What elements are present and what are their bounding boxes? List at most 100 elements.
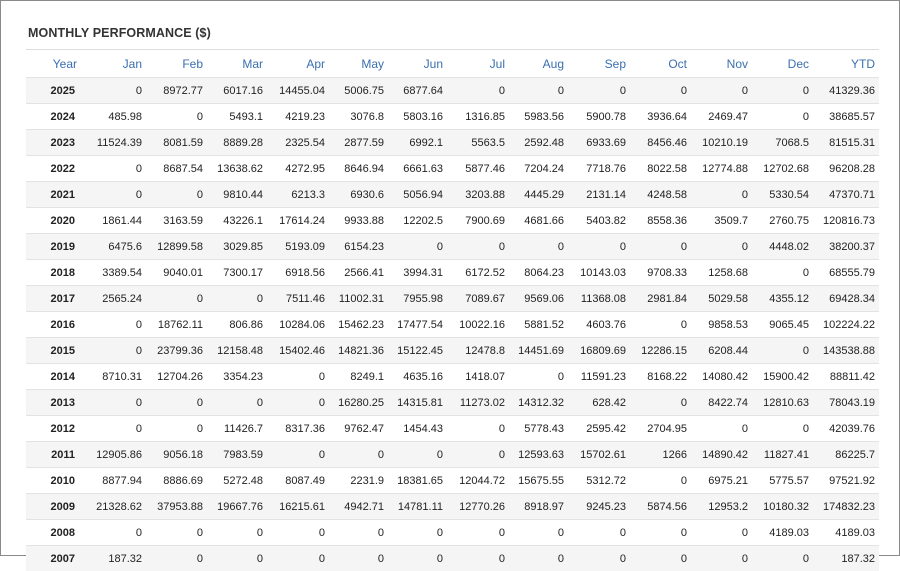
value-cell: 5874.56 <box>630 494 691 520</box>
value-cell: 5403.82 <box>568 208 630 234</box>
year-cell: 2021 <box>26 182 84 208</box>
value-cell: 8918.97 <box>509 494 568 520</box>
value-cell: 10022.16 <box>447 312 509 338</box>
value-cell: 0 <box>84 338 146 364</box>
value-cell: 10284.06 <box>267 312 329 338</box>
table-row: 20120011426.78317.369762.471454.4305778.… <box>26 416 879 442</box>
column-header-dec: Dec <box>752 50 813 78</box>
value-cell: 5803.16 <box>388 104 447 130</box>
value-cell: 0 <box>630 312 691 338</box>
year-cell: 2024 <box>26 104 84 130</box>
value-cell: 11426.7 <box>207 416 267 442</box>
value-cell: 38685.57 <box>813 104 879 130</box>
value-cell: 0 <box>84 156 146 182</box>
value-cell: 1861.44 <box>84 208 146 234</box>
value-cell: 2704.95 <box>630 416 691 442</box>
value-cell: 42039.76 <box>813 416 879 442</box>
value-cell: 7511.46 <box>267 286 329 312</box>
year-cell: 2018 <box>26 260 84 286</box>
table-row: 2008000000000004189.034189.03 <box>26 520 879 546</box>
value-cell: 5983.56 <box>509 104 568 130</box>
value-cell: 8877.94 <box>84 468 146 494</box>
table-row: 202508972.776017.1614455.045006.756877.6… <box>26 78 879 104</box>
value-cell: 5056.94 <box>388 182 447 208</box>
value-cell: 17614.24 <box>267 208 329 234</box>
column-header-oct: Oct <box>630 50 691 78</box>
value-cell: 15702.61 <box>568 442 630 468</box>
performance-panel: MONTHLY PERFORMANCE ($) YearJanFebMarApr… <box>0 0 900 556</box>
year-cell: 2013 <box>26 390 84 416</box>
value-cell: 14080.42 <box>691 364 752 390</box>
value-cell: 12905.86 <box>84 442 146 468</box>
value-cell: 43226.1 <box>207 208 267 234</box>
value-cell: 5775.57 <box>752 468 813 494</box>
value-cell: 7900.69 <box>447 208 509 234</box>
table-row: 201112905.869056.187983.59000012593.6315… <box>26 442 879 468</box>
value-cell: 96208.28 <box>813 156 879 182</box>
table-row: 20196475.612899.583029.855193.096154.230… <box>26 234 879 260</box>
value-cell: 0 <box>146 546 207 571</box>
value-cell: 14890.42 <box>691 442 752 468</box>
table-row: 20172565.24007511.4611002.317955.987089.… <box>26 286 879 312</box>
value-cell: 1316.85 <box>447 104 509 130</box>
value-cell: 3936.64 <box>630 104 691 130</box>
value-cell: 15122.45 <box>388 338 447 364</box>
value-cell: 8081.59 <box>146 130 207 156</box>
value-cell: 628.42 <box>568 390 630 416</box>
value-cell: 0 <box>146 104 207 130</box>
value-cell: 12158.48 <box>207 338 267 364</box>
table-row: 20108877.948886.695272.488087.492231.918… <box>26 468 879 494</box>
value-cell: 15900.42 <box>752 364 813 390</box>
value-cell: 3354.23 <box>207 364 267 390</box>
year-cell: 2015 <box>26 338 84 364</box>
value-cell: 5006.75 <box>329 78 388 104</box>
value-cell: 8317.36 <box>267 416 329 442</box>
value-cell: 2877.59 <box>329 130 388 156</box>
value-cell: 2566.41 <box>329 260 388 286</box>
value-cell: 9065.45 <box>752 312 813 338</box>
value-cell: 8022.58 <box>630 156 691 182</box>
value-cell: 9056.18 <box>146 442 207 468</box>
table-header-row: YearJanFebMarAprMayJunJulAugSepOctNovDec… <box>26 50 879 78</box>
value-cell: 806.86 <box>207 312 267 338</box>
value-cell: 4272.95 <box>267 156 329 182</box>
value-cell: 12810.63 <box>752 390 813 416</box>
value-cell: 9245.23 <box>568 494 630 520</box>
value-cell: 0 <box>691 416 752 442</box>
value-cell: 2469.47 <box>691 104 752 130</box>
value-cell: 14821.36 <box>329 338 388 364</box>
panel-title: MONTHLY PERFORMANCE ($) <box>28 26 211 40</box>
table-row: 202208687.5413638.624272.958646.946661.6… <box>26 156 879 182</box>
value-cell: 11273.02 <box>447 390 509 416</box>
value-cell: 11591.23 <box>568 364 630 390</box>
value-cell: 6172.52 <box>447 260 509 286</box>
value-cell: 12044.72 <box>447 468 509 494</box>
value-cell: 4189.03 <box>813 520 879 546</box>
year-cell: 2008 <box>26 520 84 546</box>
column-header-jan: Jan <box>84 50 146 78</box>
value-cell: 21328.62 <box>84 494 146 520</box>
year-cell: 2009 <box>26 494 84 520</box>
value-cell: 0 <box>146 390 207 416</box>
value-cell: 14455.04 <box>267 78 329 104</box>
value-cell: 2325.54 <box>267 130 329 156</box>
value-cell: 5563.5 <box>447 130 509 156</box>
column-header-feb: Feb <box>146 50 207 78</box>
value-cell: 12953.2 <box>691 494 752 520</box>
value-cell: 88811.42 <box>813 364 879 390</box>
value-cell: 9762.47 <box>329 416 388 442</box>
value-cell: 120816.73 <box>813 208 879 234</box>
value-cell: 4248.58 <box>630 182 691 208</box>
value-cell: 5900.78 <box>568 104 630 130</box>
value-cell: 18762.11 <box>146 312 207 338</box>
value-cell: 5272.48 <box>207 468 267 494</box>
value-cell: 0 <box>630 390 691 416</box>
year-cell: 2012 <box>26 416 84 442</box>
value-cell: 102224.22 <box>813 312 879 338</box>
value-cell: 1258.68 <box>691 260 752 286</box>
value-cell: 0 <box>207 520 267 546</box>
value-cell: 97521.92 <box>813 468 879 494</box>
value-cell: 0 <box>509 234 568 260</box>
monthly-performance-table: YearJanFebMarAprMayJunJulAugSepOctNovDec… <box>26 49 879 571</box>
value-cell: 3203.88 <box>447 182 509 208</box>
